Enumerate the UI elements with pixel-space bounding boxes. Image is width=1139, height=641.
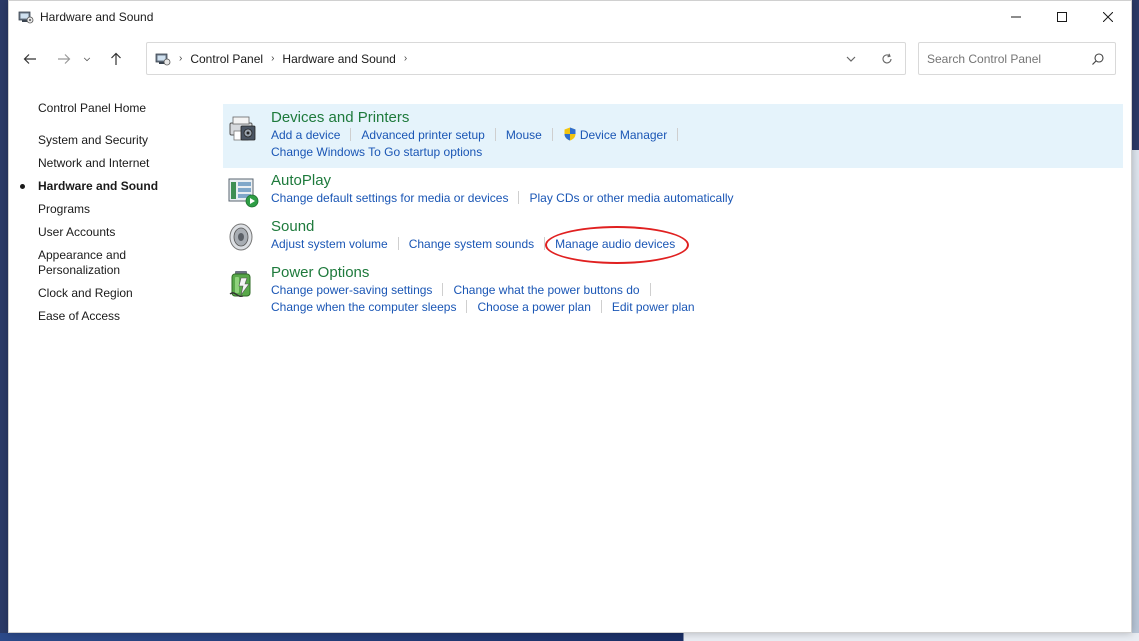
adjust-system-volume-link[interactable]: Adjust system volume: [271, 236, 388, 253]
link-divider: [551, 128, 553, 141]
chevron-down-icon: [83, 57, 91, 62]
breadcrumb-separator[interactable]: ›: [179, 53, 182, 64]
refresh-button[interactable]: [869, 43, 905, 74]
sidebar-item-appearance-and-personalization[interactable]: Appearance and Personalization: [9, 248, 139, 278]
arrow-up-icon: [111, 52, 121, 65]
minimize-icon: [1011, 16, 1021, 18]
window-title: Hardware and Sound: [40, 10, 154, 24]
sidebar-item-system-and-security[interactable]: System and Security: [9, 133, 209, 148]
breadcrumb-control-panel[interactable]: Control Panel: [190, 52, 263, 66]
change-what-the-power-buttons-do-link[interactable]: Change what the power buttons do: [453, 282, 639, 299]
change-system-sounds-link[interactable]: Change system sounds: [409, 236, 534, 253]
chevron-down-icon: [846, 56, 856, 62]
control-panel-icon: [155, 53, 171, 65]
advanced-printer-setup-link[interactable]: Advanced printer setup: [361, 127, 484, 144]
link-divider: [544, 237, 546, 250]
maximize-icon: [1057, 12, 1067, 22]
breadcrumb-separator[interactable]: ›: [271, 53, 274, 64]
change-power-saving-settings-link[interactable]: Change power-saving settings: [271, 282, 432, 299]
battery-icon: [229, 271, 251, 298]
link-divider: [649, 283, 651, 296]
link-divider: [494, 128, 496, 141]
sidebar-item-programs[interactable]: Programs: [9, 202, 209, 217]
control-panel-home-link[interactable]: Control Panel Home: [9, 101, 209, 116]
link-divider: [600, 300, 602, 313]
link-divider: [350, 128, 352, 141]
uac-shield-icon: [564, 127, 576, 141]
minimize-button[interactable]: [993, 1, 1039, 33]
main-content-pane: Devices and Printers Add a device Advance…: [223, 104, 1123, 316]
refresh-icon: [882, 53, 892, 63]
device-manager-link[interactable]: Device Manager: [580, 127, 667, 144]
category-autoplay: AutoPlay Change default settings for med…: [223, 168, 1123, 214]
forward-button[interactable]: [50, 45, 78, 73]
search-input[interactable]: [919, 51, 1079, 66]
link-divider: [677, 128, 679, 141]
autoplay-icon: [228, 178, 259, 208]
up-button[interactable]: [102, 45, 130, 73]
breadcrumb-separator[interactable]: ›: [404, 53, 407, 64]
address-bar[interactable]: › Control Panel › Hardware and Sound ›: [146, 42, 906, 75]
navigation-bar: › Control Panel › Hardware and Sound ›: [9, 33, 1131, 85]
change-when-the-computer-sleeps-link[interactable]: Change when the computer sleeps: [271, 299, 456, 316]
control-panel-icon: [18, 11, 34, 24]
control-panel-window: Hardware and Sound › Control Panel › Har…: [8, 0, 1132, 633]
speaker-icon: [229, 223, 253, 251]
category-sound: Sound Adjust system volume Change system …: [223, 214, 1123, 260]
category-title-sound[interactable]: Sound: [271, 217, 314, 236]
category-title-devices-and-printers[interactable]: Devices and Printers: [271, 108, 409, 127]
printer-icon: [229, 116, 256, 141]
search-box[interactable]: [918, 42, 1116, 75]
change-default-settings-for-media-or-devices-link[interactable]: Change default settings for media or dev…: [271, 190, 508, 207]
address-history-button[interactable]: [833, 43, 869, 74]
category-power-options: Power Options Change power-saving settin…: [223, 260, 1123, 316]
taskbar-edge: [0, 633, 1139, 641]
close-icon: [1103, 12, 1113, 22]
play-cds-or-other-media-automatically-link[interactable]: Play CDs or other media automatically: [529, 190, 733, 207]
sidebar-item-network-and-internet[interactable]: Network and Internet: [9, 156, 209, 171]
category-title-autoplay[interactable]: AutoPlay: [271, 171, 331, 190]
maximize-button[interactable]: [1039, 1, 1085, 33]
add-a-device-link[interactable]: Add a device: [271, 127, 340, 144]
left-navigation-pane: Control Panel Home System and Security N…: [9, 97, 209, 332]
change-windows-to-go-startup-options-link[interactable]: Change Windows To Go startup options: [271, 144, 482, 161]
arrow-left-icon: [23, 54, 36, 64]
sidebar-item-ease-of-access[interactable]: Ease of Access: [9, 309, 209, 324]
breadcrumb-hardware-and-sound[interactable]: Hardware and Sound: [282, 52, 395, 66]
recent-locations-button[interactable]: [78, 45, 96, 73]
manage-audio-devices-link[interactable]: Manage audio devices: [555, 236, 675, 253]
sidebar-item-hardware-and-sound[interactable]: Hardware and Sound: [9, 179, 209, 194]
sidebar-item-user-accounts[interactable]: User Accounts: [9, 225, 209, 240]
mouse-link[interactable]: Mouse: [506, 127, 542, 144]
category-devices-and-printers: Devices and Printers Add a device Advance…: [223, 104, 1123, 168]
search-icon[interactable]: [1091, 52, 1105, 66]
arrow-right-icon: [58, 54, 71, 64]
link-divider: [518, 191, 520, 204]
title-bar[interactable]: Hardware and Sound: [9, 1, 1131, 33]
edit-power-plan-link[interactable]: Edit power plan: [612, 299, 695, 316]
category-title-power-options[interactable]: Power Options: [271, 263, 369, 282]
choose-a-power-plan-link[interactable]: Choose a power plan: [477, 299, 590, 316]
link-divider: [466, 300, 468, 313]
link-divider: [442, 283, 444, 296]
link-divider: [397, 237, 399, 250]
sidebar-item-clock-and-region[interactable]: Clock and Region: [9, 286, 209, 301]
close-button[interactable]: [1085, 1, 1131, 33]
back-button[interactable]: [16, 45, 44, 73]
